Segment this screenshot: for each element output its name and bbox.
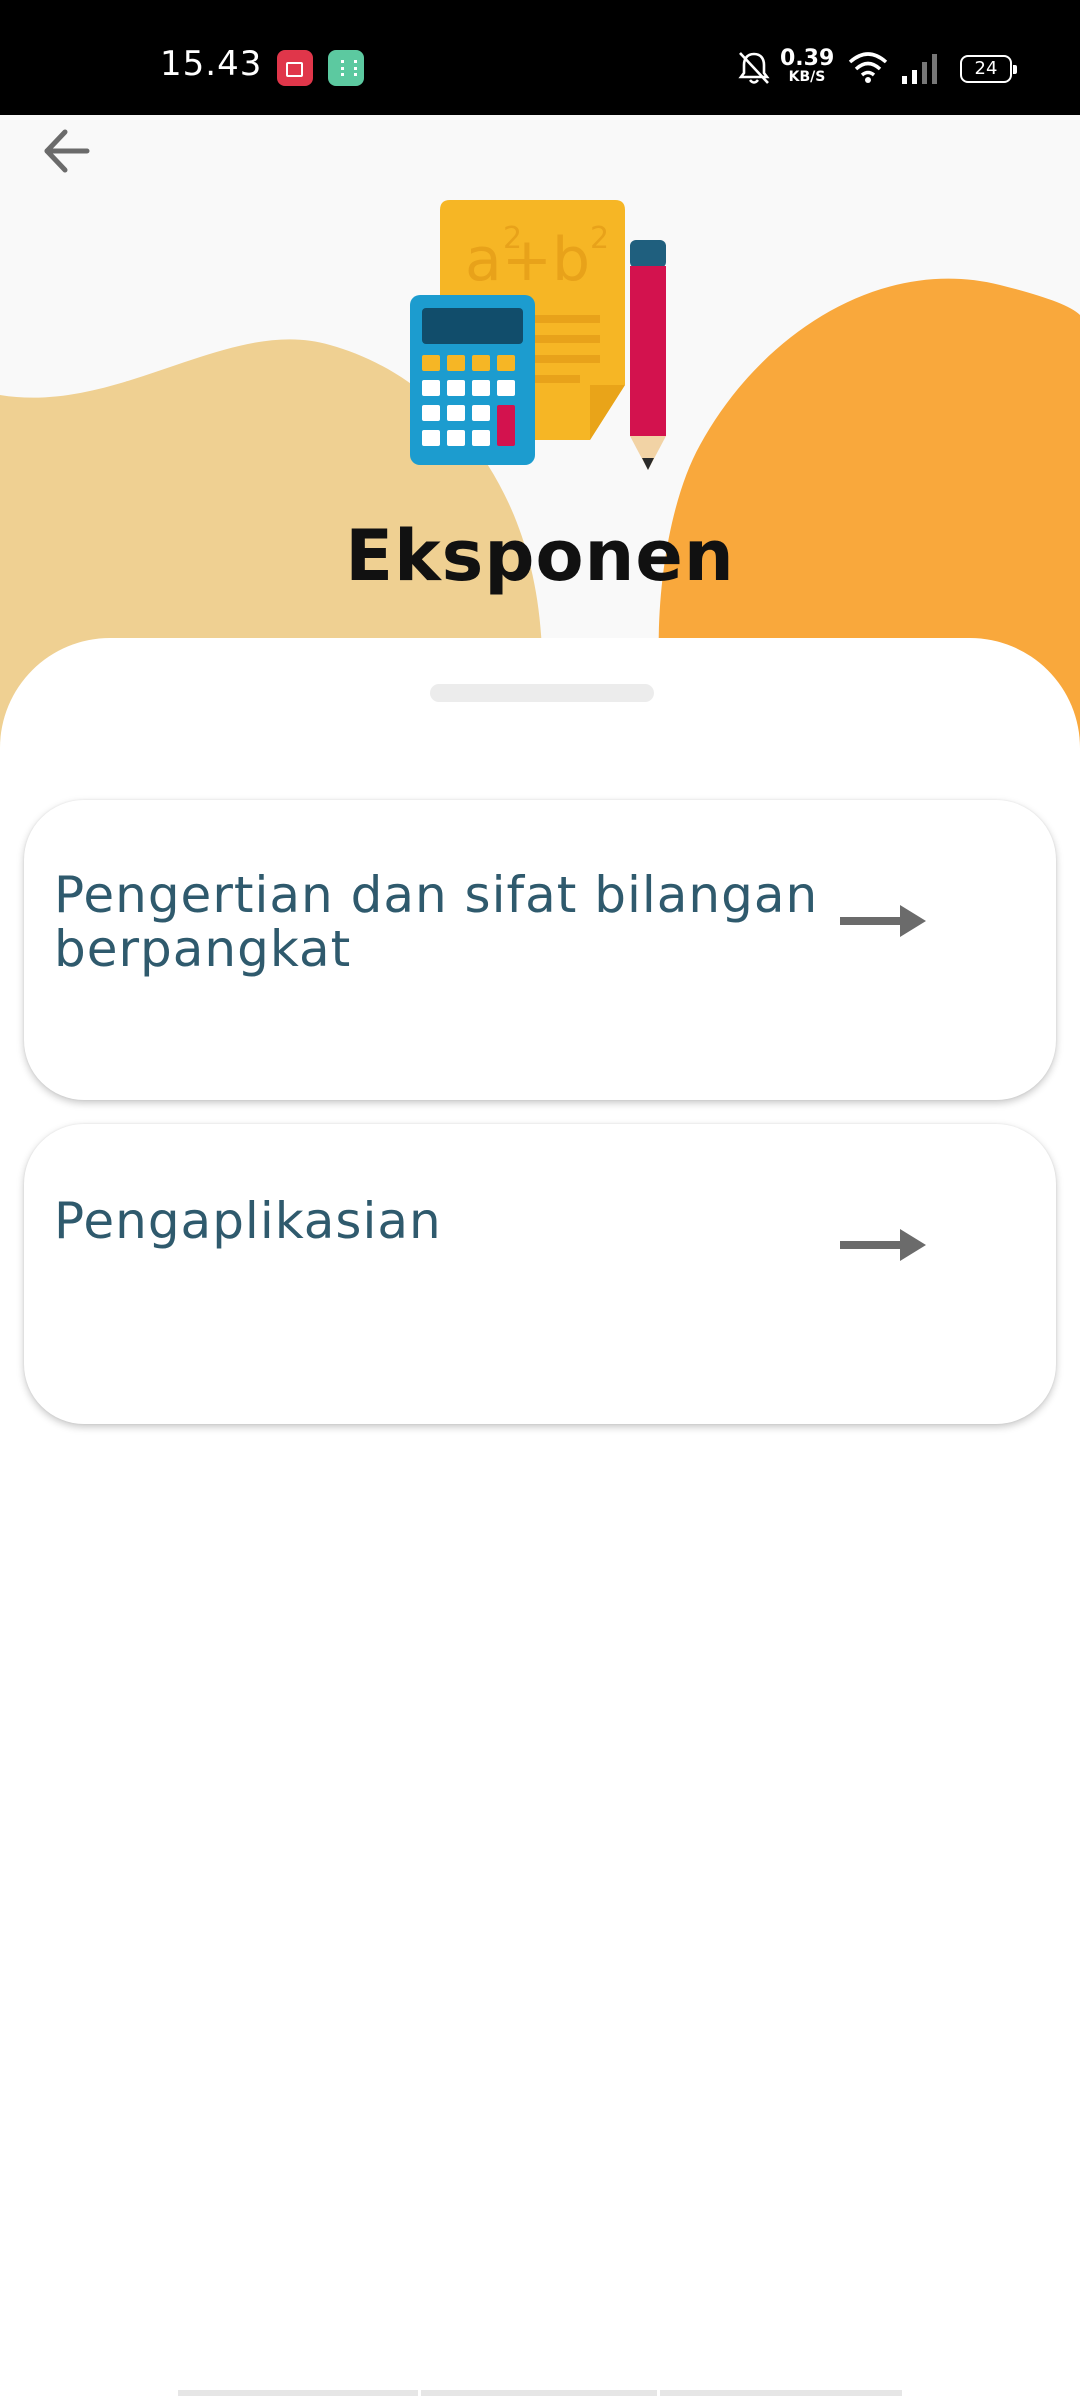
menu-item-label: Pengertian dan sifat bilangan berpangkat bbox=[54, 866, 819, 978]
drag-handle[interactable] bbox=[430, 684, 654, 702]
arrow-left-icon bbox=[44, 129, 90, 173]
wifi-icon bbox=[848, 52, 888, 83]
nav-gesture-hint bbox=[178, 2390, 418, 2396]
battery-level: 24 bbox=[974, 58, 998, 79]
math-tools-illustration: a+b 2 2 bbox=[410, 200, 666, 470]
menu-item-pengertian[interactable]: Pengertian dan sifat bilangan berpangkat bbox=[24, 800, 1056, 1100]
svg-text:2: 2 bbox=[590, 221, 609, 256]
network-speed-unit: KB/S bbox=[788, 69, 826, 85]
svg-text:2: 2 bbox=[503, 221, 522, 256]
page-title: Eksponen bbox=[345, 515, 735, 597]
arrow-right-icon bbox=[840, 1229, 926, 1261]
arrow-right-icon bbox=[840, 905, 926, 937]
nav-gesture-hint bbox=[660, 2390, 902, 2396]
menu-item-label: Pengaplikasian bbox=[54, 1192, 442, 1250]
network-speed: 0.39 KB/S bbox=[780, 46, 835, 85]
status-time: 15.43 bbox=[160, 44, 263, 84]
menu-item-pengaplikasian[interactable]: Pengaplikasian bbox=[24, 1124, 1056, 1424]
app-notification-icon bbox=[328, 50, 364, 86]
network-speed-value: 0.39 bbox=[780, 46, 835, 71]
nav-gesture-hint bbox=[421, 2390, 657, 2396]
status-bar: 15.43 0.39 KB/S 24 bbox=[0, 0, 1080, 115]
signal-icon bbox=[902, 54, 937, 84]
bell-off-icon bbox=[738, 52, 770, 84]
battery-icon: 24 bbox=[960, 55, 1017, 83]
screen-recorder-icon bbox=[277, 50, 313, 86]
svg-text:a+b: a+b bbox=[465, 225, 590, 295]
back-button[interactable] bbox=[30, 115, 102, 187]
